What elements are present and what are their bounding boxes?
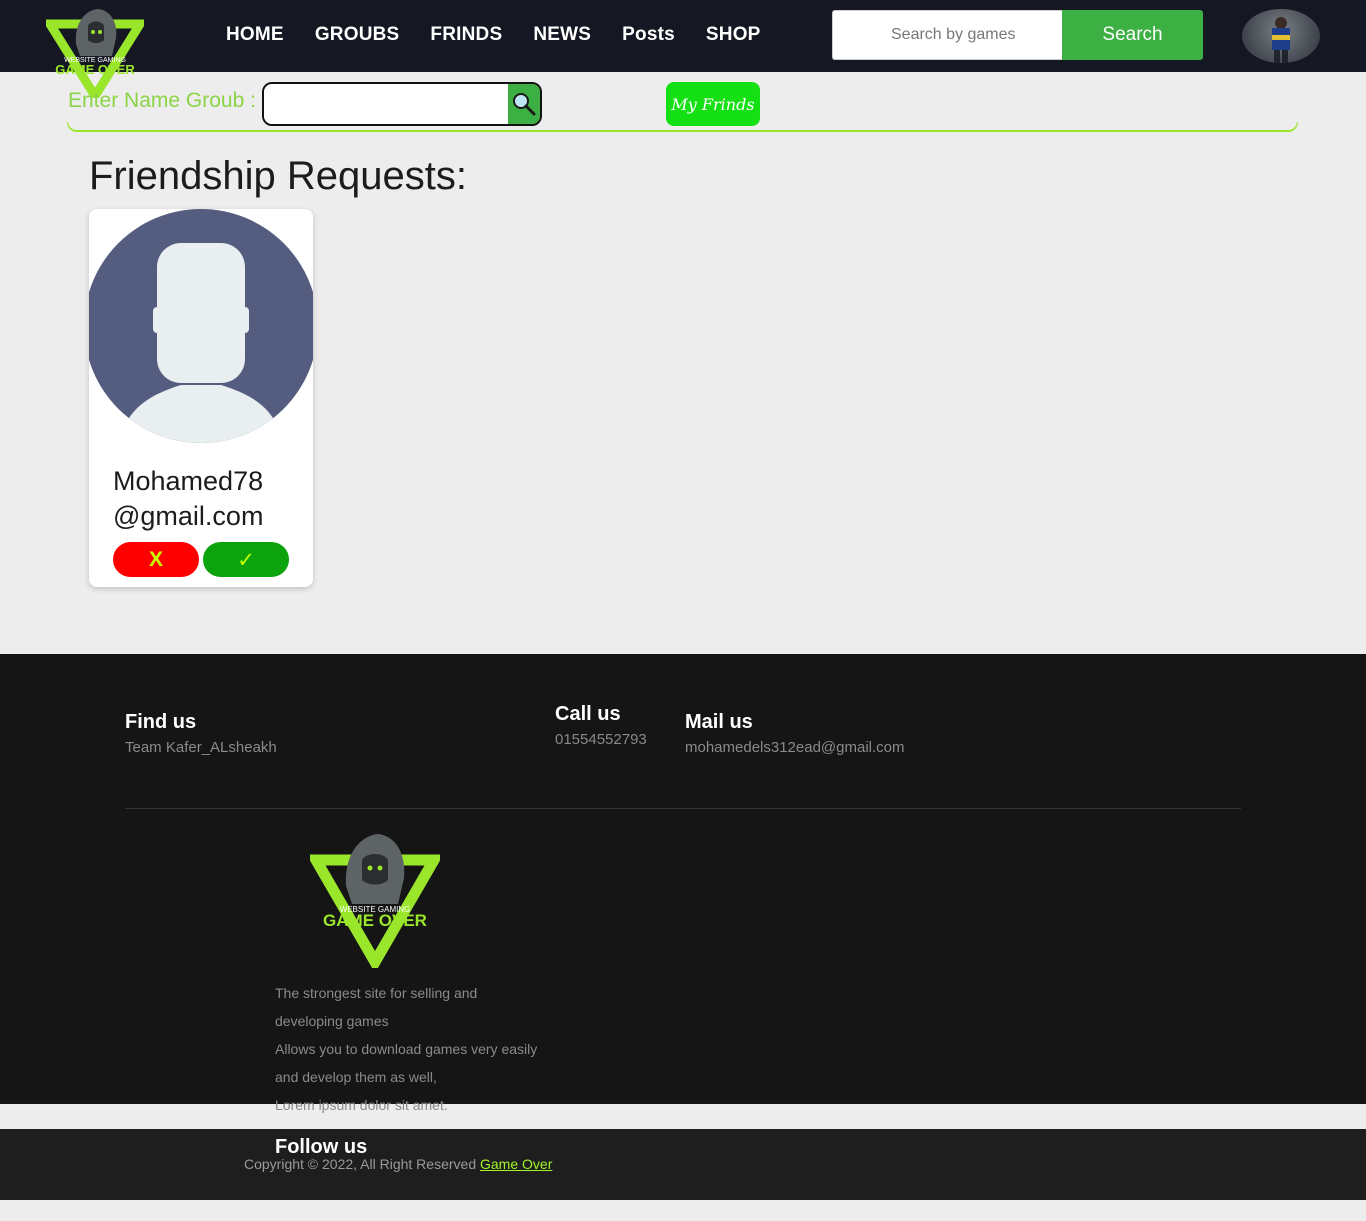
main-nav: HOME GROUBS FRINDS NEWS Posts SHOP bbox=[226, 24, 792, 46]
accept-request-button[interactable]: ✓ bbox=[203, 542, 289, 577]
request-email-domain: @gmail.com bbox=[113, 501, 264, 531]
copyright-text: Copyright © 2022, All Right Reserved bbox=[244, 1156, 480, 1172]
mail-us-text: mohamedels312ead@gmail.com bbox=[685, 739, 905, 756]
nav-home-link[interactable]: HOME bbox=[226, 24, 284, 46]
footer-desc-line: developing games bbox=[275, 1013, 389, 1029]
footer-desc-line: and develop them as well, bbox=[275, 1069, 437, 1085]
default-avatar-icon bbox=[89, 209, 313, 443]
copyright-bar bbox=[0, 1129, 1366, 1200]
game-search: Search bbox=[832, 10, 1203, 60]
footer-desc-line: Allows you to download games very easily bbox=[275, 1041, 538, 1057]
footer-game-over-logo-icon: WEBSITE GAMING GAME OVER bbox=[310, 834, 440, 968]
nav-friends-link[interactable]: FRINDS bbox=[430, 24, 502, 46]
footer-divider bbox=[125, 808, 1241, 809]
footer-find-us: Find us Team Kafer_ALsheakh bbox=[125, 711, 277, 756]
footer-desc-line: The strongest site for selling and bbox=[275, 985, 478, 1001]
find-us-title: Find us bbox=[125, 711, 197, 733]
game-search-input[interactable] bbox=[832, 10, 1062, 60]
svg-text:GAME OVER: GAME OVER bbox=[323, 911, 427, 930]
page-title: Friendship Requests: bbox=[89, 154, 467, 198]
reject-request-button[interactable]: X bbox=[113, 542, 199, 577]
call-us-title: Call us bbox=[555, 703, 621, 725]
footer-call-us: Call us 01554552793 bbox=[555, 703, 647, 748]
game-search-button[interactable]: Search bbox=[1062, 10, 1203, 60]
footer-mail-us: Mail us mohamedels312ead@gmail.com bbox=[685, 711, 905, 756]
footer-description: The strongest site for selling and devel… bbox=[275, 979, 565, 1119]
nav-posts-link[interactable]: Posts bbox=[622, 24, 675, 46]
nav-groups-link[interactable]: GROUBS bbox=[315, 24, 400, 46]
copyright-notice: Copyright © 2022, All Right Reserved Gam… bbox=[244, 1156, 552, 1172]
game-over-logo-icon[interactable]: WEBSITE GAMING GAME OVER bbox=[46, 4, 144, 98]
group-bar-divider bbox=[67, 122, 1298, 132]
mail-us-title: Mail us bbox=[685, 711, 753, 733]
group-search-button[interactable] bbox=[508, 84, 540, 124]
request-email: Mohamed78 @gmail.com bbox=[113, 464, 303, 534]
group-name-label: Enter Name Groub : bbox=[68, 89, 256, 112]
top-navbar: WEBSITE GAMING GAME OVER HOME GROUBS FRI… bbox=[0, 0, 1366, 98]
user-photo-icon bbox=[1272, 17, 1290, 63]
group-search-field bbox=[262, 82, 542, 126]
footer-desc-line: Lorem ipsum dolor sit amet. bbox=[275, 1097, 448, 1113]
request-email-user: Mohamed78 bbox=[113, 466, 264, 496]
nav-shop-link[interactable]: SHOP bbox=[706, 24, 761, 46]
find-us-text: Team Kafer_ALsheakh bbox=[125, 739, 277, 756]
magnifier-icon bbox=[513, 93, 536, 116]
friend-request-card: Mohamed78 @gmail.com X ✓ bbox=[89, 209, 313, 587]
my-friends-button[interactable]: My Frinds bbox=[666, 82, 760, 126]
nav-news-link[interactable]: NEWS bbox=[533, 24, 591, 46]
user-avatar[interactable] bbox=[1242, 9, 1320, 63]
group-name-input[interactable] bbox=[264, 84, 508, 124]
svg-text:GAME OVER: GAME OVER bbox=[55, 62, 135, 77]
call-us-text: 01554552793 bbox=[555, 731, 647, 748]
copyright-link[interactable]: Game Over bbox=[480, 1156, 552, 1172]
